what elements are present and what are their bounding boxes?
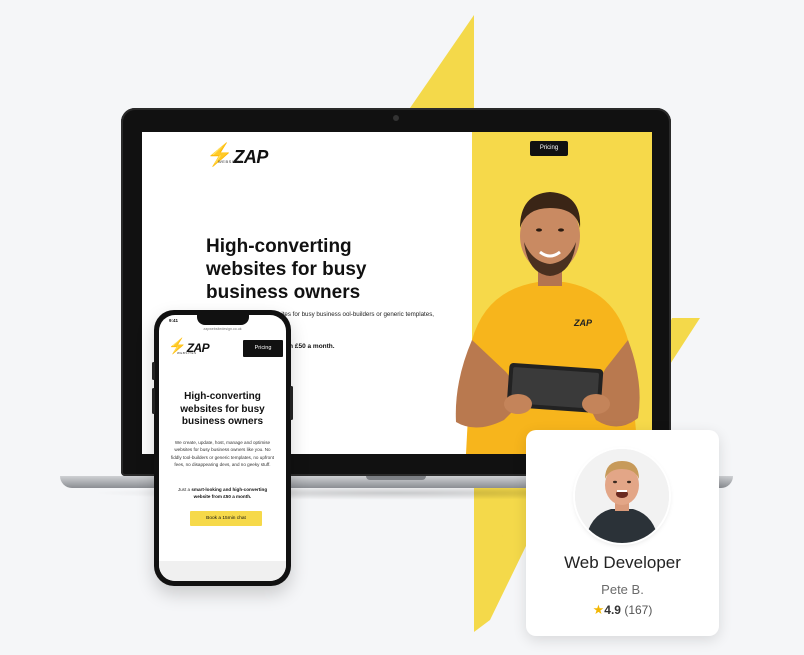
book-chat-button[interactable]: Book a 15min chat xyxy=(190,511,262,526)
pricing-button[interactable]: Pricing xyxy=(530,141,568,156)
logo-subtext: WEBSITES xyxy=(177,351,197,355)
pricing-button[interactable]: Pricing xyxy=(243,340,283,357)
card-rating: ★4.9 (167) xyxy=(526,602,719,618)
developer-profile-card[interactable]: Web Developer Pete B. ★4.9 (167) xyxy=(526,430,719,636)
card-name: Pete B. xyxy=(601,582,644,597)
phone-side-button xyxy=(290,386,293,420)
card-role: Web Developer xyxy=(564,553,681,572)
phone-side-button xyxy=(152,362,155,380)
hero-title: High-converting websites for busy busine… xyxy=(180,391,265,427)
phone: 9:41 zapwebsitedesign.co.uk ⚡ ZAP WEBSIT… xyxy=(152,310,293,586)
review-count: (167) xyxy=(624,603,653,617)
star-icon: ★ xyxy=(592,602,605,617)
site-logo[interactable]: ⚡ ZAP WEBSITES xyxy=(168,339,210,355)
logo-subtext: WEBSITES xyxy=(218,159,243,164)
phone-side-button xyxy=(152,388,155,414)
phone-notch xyxy=(197,315,249,325)
hero-offer-bold: smart-looking and high-converting websit… xyxy=(191,487,268,500)
laptop-notch xyxy=(366,476,426,480)
rating-score: 4.9 xyxy=(604,603,621,617)
phone-footer xyxy=(159,561,286,581)
browser-url[interactable]: zapwebsitedesign.co.uk xyxy=(159,327,286,331)
phone-screen: 9:41 zapwebsitedesign.co.uk ⚡ ZAP WEBSIT… xyxy=(159,315,286,581)
laptop-camera xyxy=(393,115,399,121)
developer-photo: ZAP xyxy=(455,192,640,454)
site-logo[interactable]: ⚡ ZAP WEBSITES xyxy=(206,144,268,167)
showcase-stage: ⚡ ZAP WEBSITES Pricing High-converting w… xyxy=(0,0,804,655)
avatar-photo xyxy=(575,449,669,543)
hero-offer: Just a smart-looking and high-converting… xyxy=(169,486,276,501)
status-bar-time: 9:41 xyxy=(169,318,179,323)
avatar xyxy=(575,449,669,543)
hero-body: We create, update, host, manage and opti… xyxy=(170,440,275,468)
hero-offer-prefix: Just a xyxy=(177,487,192,492)
hero-title: High-converting websites for busy busine… xyxy=(206,236,367,303)
svg-text:ZAP: ZAP xyxy=(573,318,593,328)
